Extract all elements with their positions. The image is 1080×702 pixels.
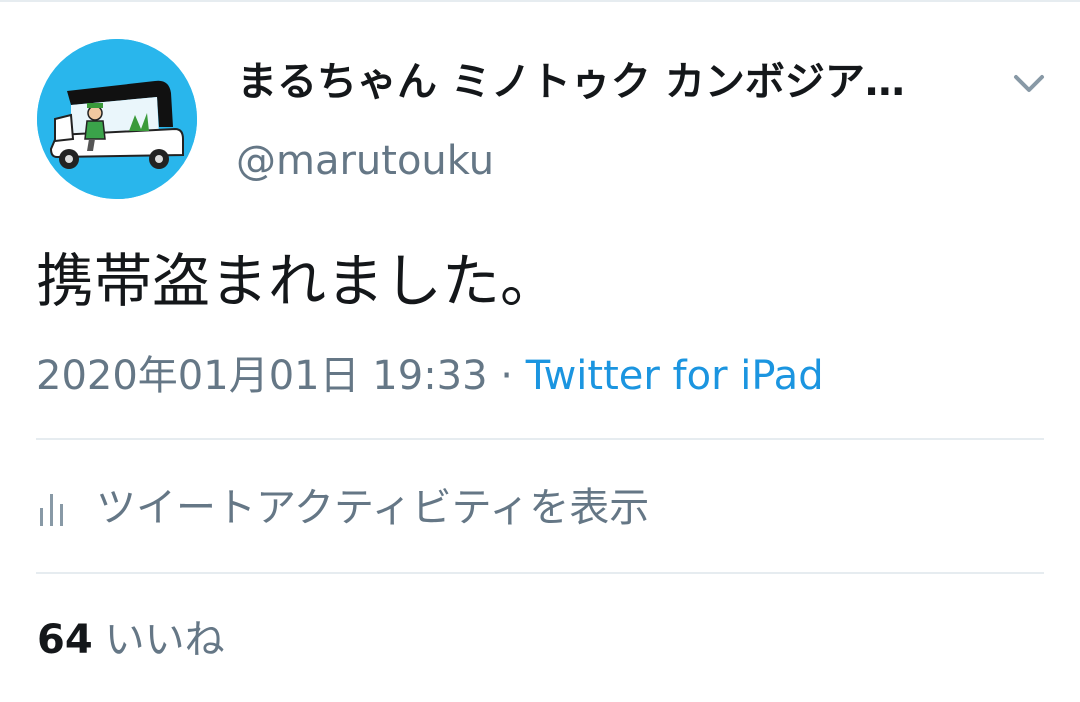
tweet-menu-button[interactable] (1008, 68, 1050, 98)
tuktuk-driver-avatar-icon (37, 39, 197, 199)
display-name[interactable]: まるちゃん ミノトゥク カンボジア… (237, 56, 977, 108)
source-link[interactable]: Twitter for iPad (526, 353, 824, 399)
view-tweet-activity-button[interactable]: ツイートアクティビティを表示 (36, 478, 649, 538)
divider (36, 438, 1044, 440)
activity-label: ツイートアクティビティを表示 (96, 485, 650, 531)
likes-label: いいね (104, 617, 225, 663)
chevron-down-icon (1014, 75, 1044, 92)
tweet-text: 携帯盗まれました。 (36, 247, 559, 315)
likes-stat[interactable]: 64 いいね (37, 612, 225, 668)
bar-chart-icon (36, 488, 70, 528)
divider (36, 572, 1044, 574)
tweet-meta: 2020年01月01日 19:33 · Twitter for iPad (36, 349, 824, 403)
user-handle[interactable]: @marutouku (236, 136, 494, 186)
likes-count: 64 (37, 617, 93, 663)
avatar[interactable] (37, 39, 197, 199)
top-divider (0, 0, 1080, 2)
meta-separator: · (487, 353, 526, 399)
timestamp[interactable]: 2020年01月01日 19:33 (36, 353, 488, 399)
tweet-detail: まるちゃん ミノトゥク カンボジア… @marutouku 携帯盗まれました。 … (0, 0, 1080, 702)
